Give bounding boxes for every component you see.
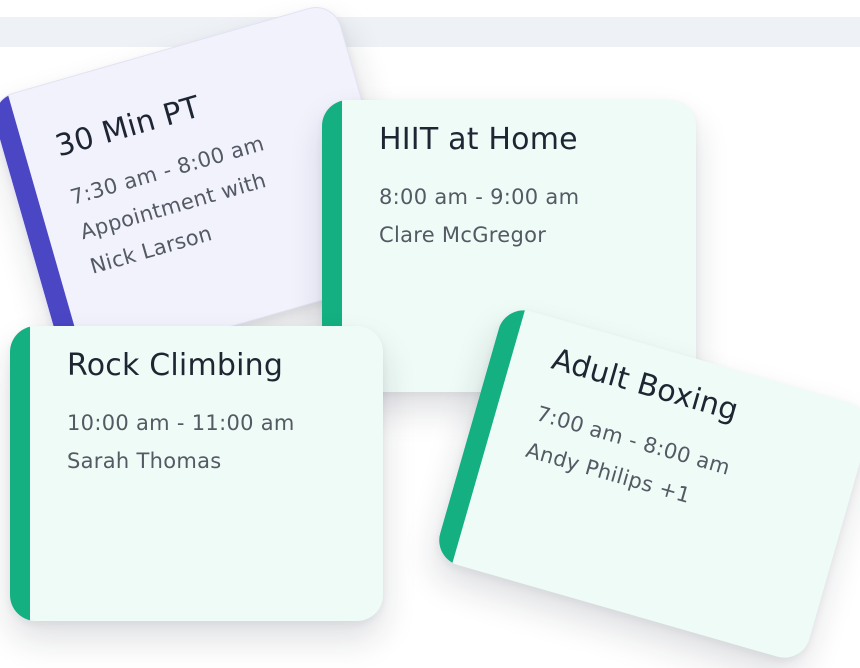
card-accent-bar [10, 326, 30, 621]
card-time: 10:00 am - 11:00 am [67, 411, 295, 435]
card-title: Rock Climbing [67, 348, 284, 383]
card-person: Clare McGregor [379, 223, 547, 247]
card-time: 8:00 am - 9:00 am [379, 185, 580, 209]
appointment-card-rock-climbing[interactable]: Rock Climbing 10:00 am - 11:00 am Sarah … [10, 326, 383, 621]
top-header-band [0, 17, 860, 47]
card-title: HIIT at Home [379, 122, 578, 157]
card-person: Sarah Thomas [67, 449, 222, 473]
appointment-card-adult-boxing[interactable]: Adult Boxing 7:00 am - 8:00 am Andy Phil… [433, 304, 860, 664]
